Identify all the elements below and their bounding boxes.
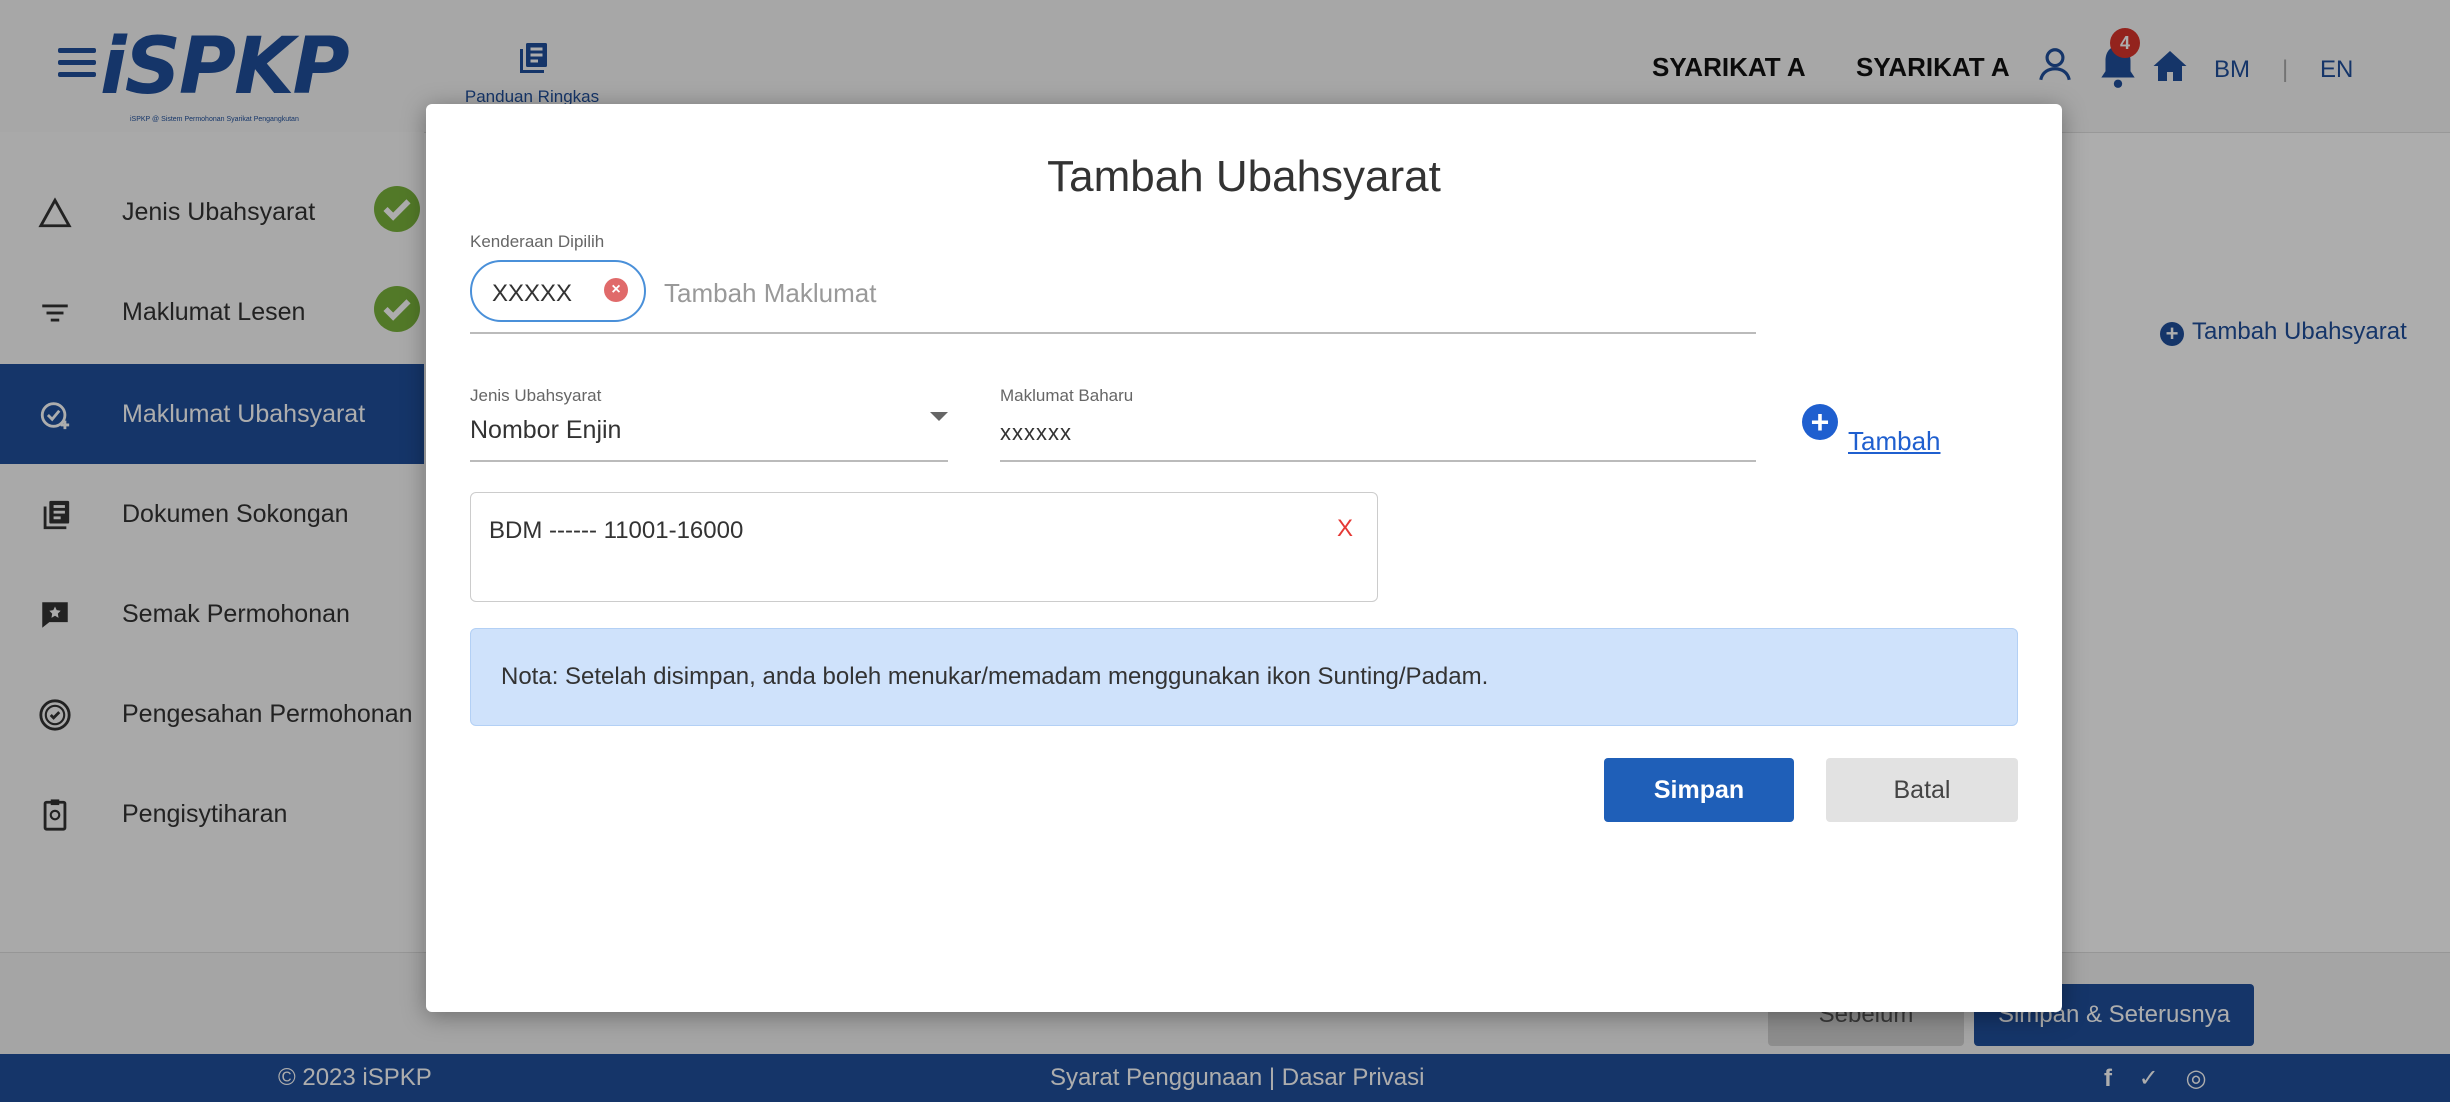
vehicle-underline: [470, 332, 1756, 334]
vehicle-input[interactable]: Tambah Maklumat: [664, 278, 876, 309]
new-info-label: Maklumat Baharu: [1000, 386, 1134, 405]
list-item: BDM ------ 11001-16000: [489, 517, 744, 544]
plus-circle-icon: +: [1802, 404, 1838, 440]
chevron-down-icon[interactable]: [930, 412, 948, 421]
info-note: Nota: Setelah disimpan, anda boleh menuk…: [470, 628, 2018, 726]
dialog-title: Tambah Ubahsyarat: [1047, 152, 1441, 201]
add-change-dialog: Tambah Ubahsyarat Kenderaan Dipilih XXXX…: [426, 104, 2062, 1012]
page: iSPKP iSPKP @ Sistem Permohonan Syarikat…: [0, 0, 2450, 1102]
add-button-label: Tambah: [1848, 426, 1941, 456]
added-items-list: BDM ------ 11001-16000 X: [470, 492, 1378, 602]
change-type-label: Jenis Ubahsyarat: [470, 386, 602, 405]
select-underline: [470, 460, 948, 462]
change-type-select[interactable]: Nombor Enjin: [470, 416, 621, 445]
input-underline: [1000, 460, 1756, 462]
vehicle-label: Kenderaan Dipilih: [470, 232, 605, 251]
remove-item-button[interactable]: X: [1337, 515, 1353, 543]
cancel-button[interactable]: Batal: [1826, 758, 2018, 822]
vehicle-chip-text: XXXXX: [492, 280, 573, 307]
remove-chip-icon[interactable]: ×: [604, 278, 628, 302]
note-text: Nota: Setelah disimpan, anda boleh menuk…: [501, 663, 1489, 690]
save-button[interactable]: Simpan: [1604, 758, 1794, 822]
new-info-input[interactable]: xxxxxx: [1000, 420, 1072, 446]
vehicle-chip[interactable]: XXXXX ×: [470, 260, 646, 322]
